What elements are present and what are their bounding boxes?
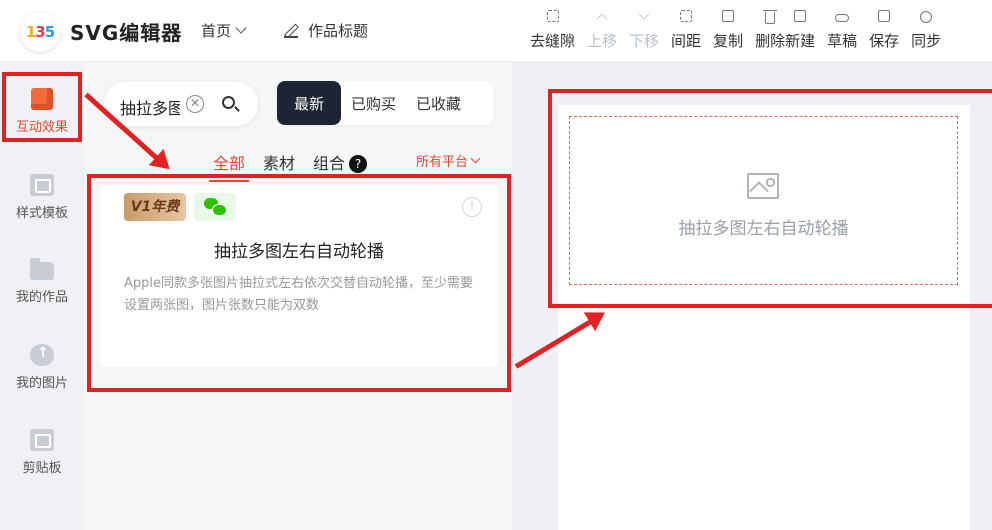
toolbar-remove-gaps-button[interactable]: 去缝隙: [530, 8, 575, 51]
search-icon[interactable]: [222, 96, 235, 109]
search-input[interactable]: 抽拉多图左右自动轮播: [120, 95, 180, 119]
toolbar-draft-button[interactable]: 草稿: [827, 8, 857, 51]
sort-group: 最新 已购买 已收藏: [277, 81, 493, 125]
spacing-icon: [678, 8, 694, 24]
logo-mark: 135: [25, 23, 55, 41]
toolbar-new-button[interactable]: 新建: [785, 8, 815, 51]
app-name: SVG编辑器: [70, 21, 183, 45]
nav-home-menu[interactable]: 首页: [201, 20, 247, 41]
sort-purchased-button[interactable]: 已购买: [341, 81, 406, 125]
move-down-icon: [636, 8, 652, 24]
trash-icon: [762, 8, 778, 24]
chevron-down-icon: [470, 153, 481, 163]
category-tabs: 全部 素材 组合?: [208, 150, 385, 182]
platform-filter-label: 所有平台: [416, 155, 469, 170]
toolbar-save-button[interactable]: 保存: [869, 8, 899, 51]
sidebar-item-clipboard[interactable]: 剪贴板: [0, 429, 84, 476]
search-box[interactable]: 抽拉多图左右自动轮播 ✕: [104, 82, 258, 126]
tab-combos[interactable]: 组合?: [313, 150, 368, 174]
toolbar-move-down-button[interactable]: 下移: [629, 8, 659, 51]
annotation-box-card: [87, 174, 511, 392]
help-icon[interactable]: ?: [349, 155, 368, 173]
cloud-icon: [834, 8, 850, 24]
move-up-icon: [594, 8, 610, 25]
sidebar-item-my-images[interactable]: 我的图片: [0, 344, 84, 391]
work-title-label: 作品标题: [308, 22, 369, 40]
work-title[interactable]: 作品标题: [284, 20, 368, 41]
template-icon: [30, 174, 54, 196]
toolbar-copy-button[interactable]: 复制: [713, 8, 743, 51]
clipboard-icon: [30, 429, 54, 451]
grid-icon: [545, 8, 561, 24]
cloud-upload-icon: [30, 344, 54, 366]
sidebar-item-my-works[interactable]: 我的作品: [0, 258, 84, 305]
toolbar-move-up-button[interactable]: 上移: [587, 8, 617, 51]
annotation-box-sidebar: [2, 72, 82, 142]
sync-icon: [918, 8, 934, 24]
nav-home-label: 首页: [201, 22, 232, 40]
sidebar-item-style-templates[interactable]: 样式模板: [0, 174, 84, 221]
platform-filter[interactable]: 所有平台: [416, 151, 481, 170]
toolbar: 去缝隙 上移 下移 间距 复制 删除 新建 草稿 保存 同步: [530, 8, 953, 51]
copy-icon: [720, 8, 736, 24]
chevron-down-icon: [235, 22, 247, 34]
sort-latest-button[interactable]: 最新: [277, 81, 341, 125]
top-header: 135 SVG编辑器 首页 作品标题 去缝隙 上移 下移 间距 复制 删除 新建…: [0, 0, 992, 62]
folder-icon: [30, 258, 54, 280]
annotation-box-canvas: [548, 89, 992, 308]
toolbar-delete-button[interactable]: 删除: [755, 8, 785, 51]
tab-all[interactable]: 全部: [208, 150, 250, 182]
toolbar-sync-button[interactable]: 同步: [911, 8, 941, 51]
app-logo[interactable]: 135: [20, 12, 60, 52]
clear-icon[interactable]: ✕: [186, 95, 204, 113]
tab-materials[interactable]: 素材: [263, 150, 295, 174]
save-icon: [876, 8, 892, 24]
new-file-icon: [792, 8, 808, 24]
sort-favorited-button[interactable]: 已收藏: [406, 81, 471, 125]
pen-icon: [284, 24, 298, 38]
toolbar-spacing-button[interactable]: 间距: [671, 8, 701, 51]
